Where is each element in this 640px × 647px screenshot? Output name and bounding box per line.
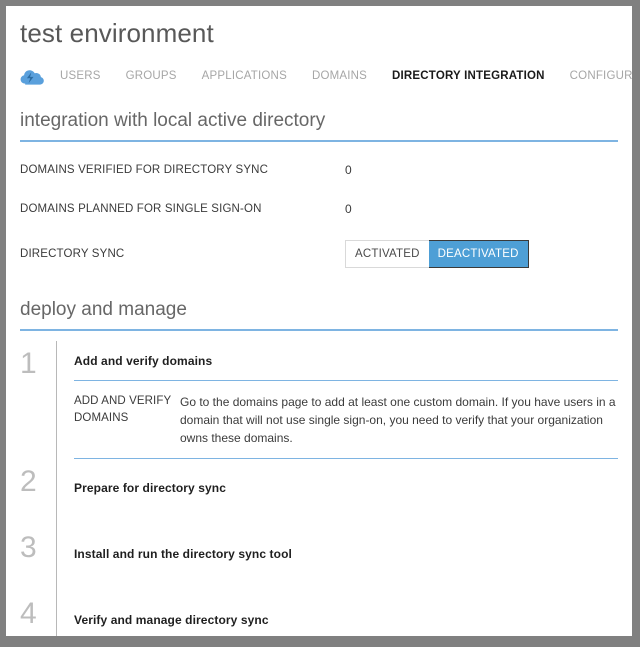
step-item-4[interactable]: 4 Verify and manage directory sync — [20, 591, 618, 636]
step-body: Prepare for directory sync — [74, 459, 618, 525]
azure-active-directory-cloud-icon — [20, 65, 44, 87]
integration-section: integration with local active directory … — [20, 91, 618, 280]
tab-users[interactable]: USERS — [60, 70, 101, 82]
step-item-2[interactable]: 2 Prepare for directory sync — [20, 459, 618, 525]
step-item-1[interactable]: 1 Add and verify domains ADD AND VERIFY … — [20, 341, 618, 459]
app-window: test environment USERS GROUPS APPLICATIO… — [6, 6, 632, 636]
property-value: 0 — [345, 162, 352, 177]
tab-configure[interactable]: CONFIGURE — [570, 70, 632, 82]
step-body: Verify and manage directory sync — [74, 591, 618, 636]
step-divider-bar — [56, 525, 57, 591]
step-heading[interactable]: Install and run the directory sync tool — [74, 525, 618, 583]
integration-section-title: integration with local active directory — [20, 110, 326, 131]
property-row-domains-planned: DOMAINS PLANNED FOR SINGLE SIGN-ON 0 — [20, 189, 618, 228]
step-detail-text: Go to the domains page to add at least o… — [180, 395, 616, 445]
step-heading[interactable]: Prepare for directory sync — [74, 459, 618, 517]
deploy-steps-list: 1 Add and verify domains ADD AND VERIFY … — [20, 341, 618, 636]
step-item-3[interactable]: 3 Install and run the directory sync too… — [20, 525, 618, 591]
step-detail-label: ADD AND VERIFY DOMAINS — [74, 395, 172, 424]
property-label: DOMAINS VERIFIED FOR DIRECTORY SYNC — [20, 163, 269, 176]
tab-applications[interactable]: APPLICATIONS — [202, 70, 287, 82]
step-body: Add and verify domains ADD AND VERIFY DO… — [74, 341, 618, 459]
property-value: 0 — [345, 201, 352, 216]
directory-sync-toggle[interactable]: ACTIVATED DEACTIVATED — [345, 240, 529, 268]
deploy-section-divider — [20, 329, 618, 331]
step-heading[interactable]: Verify and manage directory sync — [74, 591, 618, 636]
tab-directory-integration[interactable]: DIRECTORY INTEGRATION — [392, 70, 545, 82]
step-detail: ADD AND VERIFY DOMAINS Go to the domains… — [74, 381, 618, 458]
directory-sync-deactivated-option[interactable]: DEACTIVATED — [428, 241, 528, 267]
step-number: 2 — [20, 465, 37, 498]
integration-property-list: DOMAINS VERIFIED FOR DIRECTORY SYNC 0 DO… — [20, 142, 618, 280]
deploy-section-title: deploy and manage — [20, 299, 187, 320]
directory-sync-activated-option[interactable]: ACTIVATED — [345, 240, 429, 268]
step-divider-bar — [56, 341, 57, 459]
tab-groups[interactable]: GROUPS — [126, 70, 177, 82]
step-divider-bar — [56, 591, 57, 636]
tab-domains[interactable]: DOMAINS — [312, 70, 367, 82]
step-body: Install and run the directory sync tool — [74, 525, 618, 591]
property-row-directory-sync: DIRECTORY SYNC ACTIVATED DEACTIVATED — [20, 228, 618, 280]
property-label: DOMAINS PLANNED FOR SINGLE SIGN-ON — [20, 202, 262, 215]
deploy-section: deploy and manage — [20, 280, 618, 331]
step-divider-bar — [56, 459, 57, 525]
step-number: 1 — [20, 347, 37, 380]
step-number: 3 — [20, 531, 37, 564]
property-row-domains-verified: DOMAINS VERIFIED FOR DIRECTORY SYNC 0 — [20, 150, 618, 189]
step-heading[interactable]: Add and verify domains — [74, 341, 618, 380]
step-number: 4 — [20, 597, 37, 630]
directory-sync-label: DIRECTORY SYNC — [20, 248, 125, 260]
page-title: test environment — [20, 18, 214, 48]
tab-bar: USERS GROUPS APPLICATIONS DOMAINS DIRECT… — [6, 50, 632, 91]
